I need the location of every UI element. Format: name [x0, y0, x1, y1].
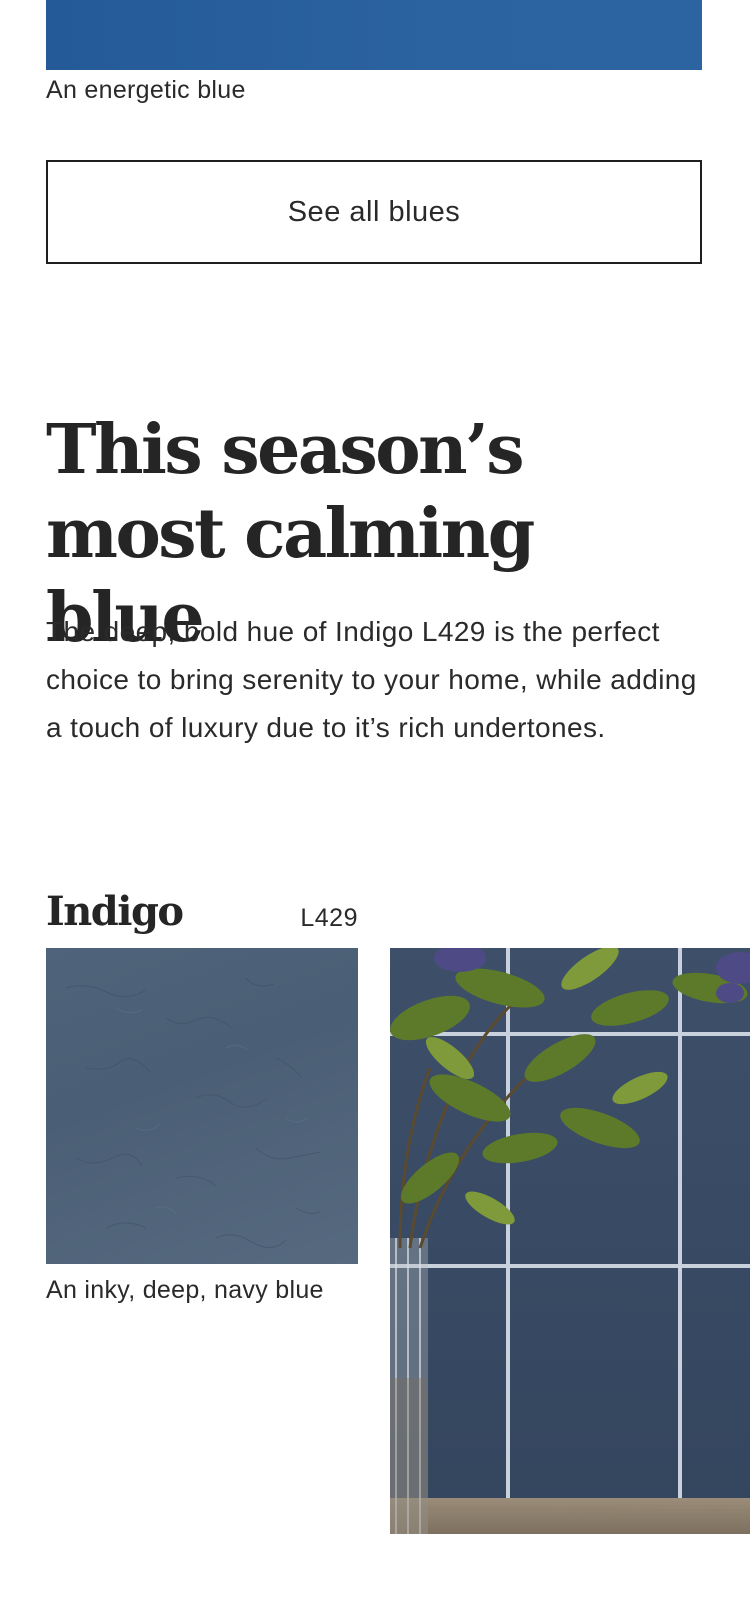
- color-card-swatch[interactable]: [46, 948, 358, 1264]
- plaster-texture-icon: [65, 977, 321, 1248]
- previous-color-swatch[interactable]: [46, 0, 702, 70]
- color-card-caption: An inky, deep, navy blue: [46, 1276, 324, 1304]
- color-card-name[interactable]: Indigo: [46, 888, 184, 935]
- room-photo-icon: [390, 948, 750, 1534]
- section-description: The deep, bold hue of Indigo L429 is the…: [46, 616, 697, 743]
- previous-color-caption: An energetic blue: [46, 76, 246, 104]
- color-card-code: L429: [300, 904, 358, 932]
- room-photo: [390, 948, 750, 1534]
- see-all-blues-button[interactable]: See all blues: [46, 160, 702, 264]
